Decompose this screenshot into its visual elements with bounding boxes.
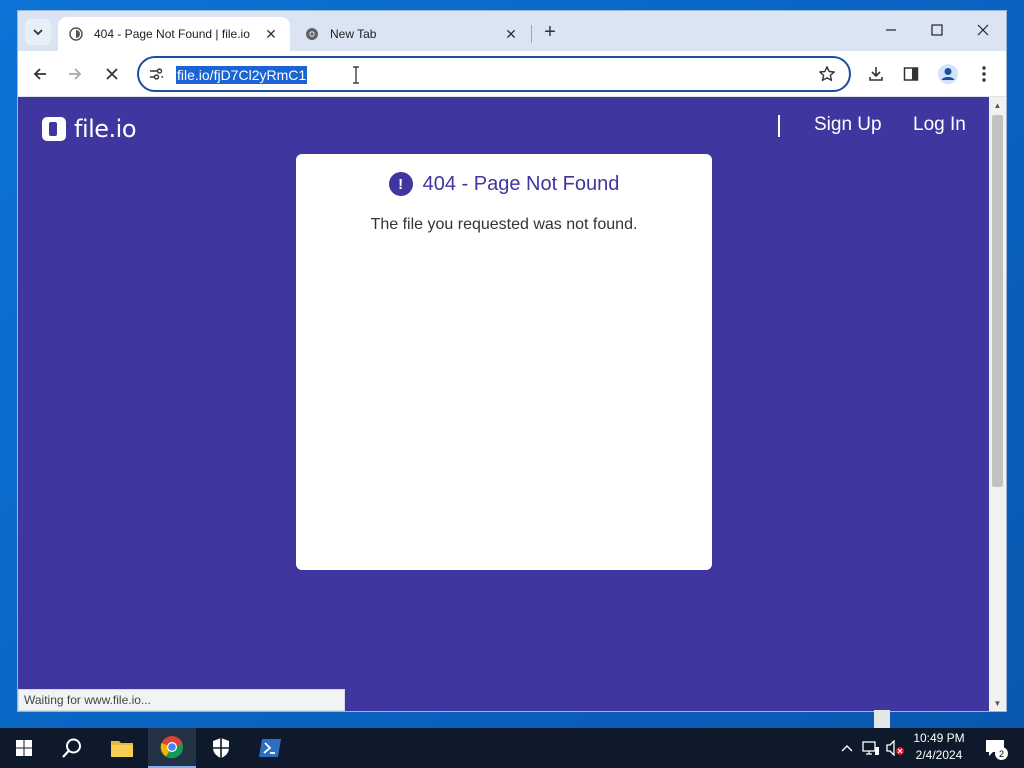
arrow-right-icon [69,68,82,80]
downloads-button[interactable] [862,60,890,88]
avatar-icon [938,64,958,84]
clock-time: 10:49 PM [913,731,965,745]
more-vertical-icon [982,66,986,82]
page-content: file.io Sign Up Log In ! 404 - Page Not … [18,97,989,711]
volume-muted-icon [886,740,904,756]
scrollbar-thumb[interactable] [992,115,1003,487]
close-window-button[interactable] [960,11,1006,49]
url-text[interactable]: file.io/fjD7Cl2yRmC1 [176,66,308,84]
tab-favicon-icon [68,26,84,42]
nav-divider [778,115,780,137]
arrow-left-icon [33,68,46,80]
scroll-down-arrow-icon[interactable]: ▼ [989,695,1006,711]
tab-404-page[interactable]: 404 - Page Not Found | file.io ✕ [58,17,290,51]
security-taskbar-button[interactable] [197,728,245,768]
tab-divider [531,25,532,43]
tab-new-tab[interactable]: New Tab ✕ [294,17,530,51]
side-panel-button[interactable] [897,60,925,88]
search-button[interactable] [48,728,96,768]
chrome-icon [304,26,320,42]
chevron-up-icon [841,745,853,752]
sign-up-link[interactable]: Sign Up [814,114,882,136]
maximize-button[interactable] [914,11,960,49]
status-bar: Waiting for www.file.io... [18,689,345,711]
profile-button[interactable] [934,60,962,88]
maximize-icon [931,24,943,36]
taskbar: 10:49 PM 2/4/2024 2 [0,728,1024,768]
file-explorer-button[interactable] [98,728,146,768]
minimize-button[interactable] [868,11,914,49]
browser-toolbar: file.io/fjD7Cl2yRmC1 [18,51,1006,97]
tab-strip: 404 - Page Not Found | file.io ✕ New Tab… [18,11,1006,51]
stop-loading-button[interactable] [98,60,126,88]
chrome-taskbar-button[interactable] [148,728,196,768]
minimize-icon [886,29,896,31]
site-settings-icon[interactable] [147,65,165,83]
tab-close-icon[interactable]: ✕ [262,25,280,43]
bookmark-star-icon[interactable] [817,64,837,84]
start-button[interactable] [0,728,48,768]
logo-text: file.io [74,115,137,143]
browser-window: 404 - Page Not Found | file.io ✕ New Tab… [18,11,1006,711]
menu-button[interactable] [970,60,998,88]
folder-icon [111,741,133,757]
clock-date: 2/4/2024 [915,748,963,762]
notification-badge: 2 [995,747,1008,760]
side-panel-icon [903,67,919,81]
system-clock[interactable]: 10:49 PM 2/4/2024 [904,730,974,764]
windows-logo-icon [16,740,32,756]
action-center-button[interactable]: 2 [980,734,1010,762]
tab-close-icon[interactable]: ✕ [502,25,520,43]
tab-title: 404 - Page Not Found | file.io [94,27,250,41]
alert-icon: ! [388,172,413,196]
close-icon [977,24,989,36]
search-icon [62,738,81,758]
site-logo[interactable]: file.io [42,115,137,143]
powershell-icon [259,739,281,757]
scroll-up-arrow-icon[interactable]: ▲ [989,97,1006,113]
file-io-logo-icon [42,117,66,141]
error-card: ! 404 - Page Not Found The file you requ… [296,154,712,570]
show-hidden-icons-button[interactable] [838,728,856,768]
address-bar[interactable]: file.io/fjD7Cl2yRmC1 [137,56,851,92]
download-icon [869,67,883,81]
back-button[interactable] [26,60,54,88]
forward-button[interactable] [61,60,89,88]
error-card-header: ! 404 - Page Not Found [296,172,712,196]
chevron-down-icon [33,29,43,36]
error-message: The file you requested was not found. [370,216,638,233]
new-tab-button[interactable]: + [538,20,562,44]
powershell-taskbar-button[interactable] [246,728,294,768]
tab-search-button[interactable] [25,19,51,45]
text-cursor-icon [352,66,360,84]
log-in-link[interactable]: Log In [913,114,966,136]
desktop-edge [874,710,890,728]
network-icon [862,741,879,755]
shield-icon [213,738,229,758]
network-tray-button[interactable] [860,728,882,768]
volume-tray-button[interactable] [884,728,906,768]
error-title: 404 - Page Not Found [422,172,620,195]
page-scrollbar[interactable]: ▲ ▼ [989,97,1006,711]
tab-title: New Tab [330,27,377,41]
chrome-icon [160,736,184,759]
close-icon [106,68,118,80]
